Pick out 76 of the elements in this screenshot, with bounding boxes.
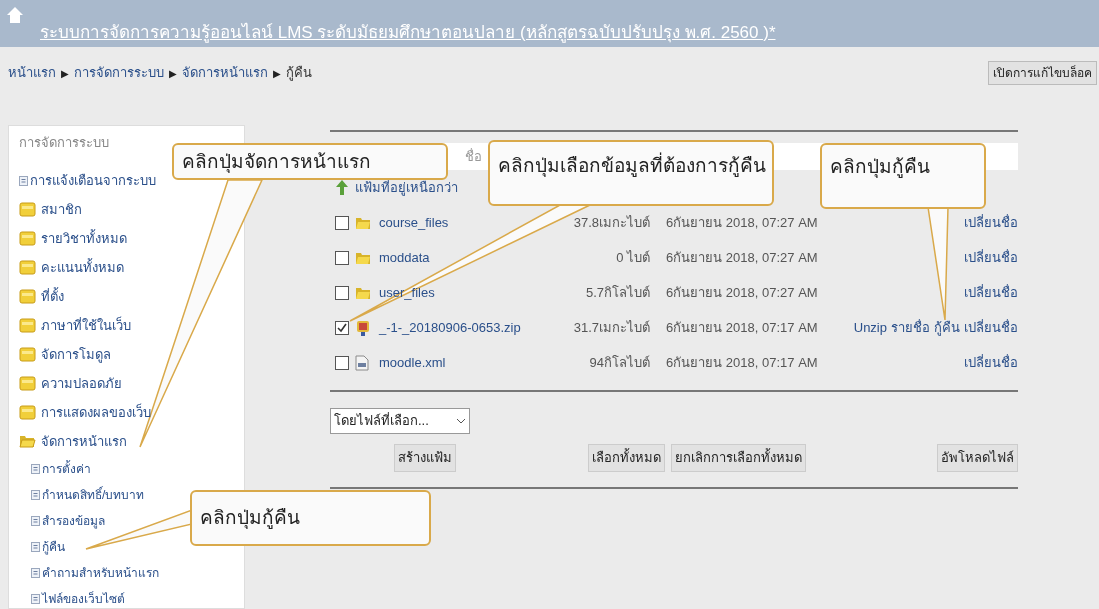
file-size: 31.7เมกะไบต์ xyxy=(573,318,650,337)
file-size: 94กิโลไบต์ xyxy=(589,353,650,372)
document-icon xyxy=(31,568,40,578)
file-date: 6กันยายน 2018, 07:27 AM xyxy=(666,214,818,230)
sidebar-link[interactable]: ความปลอดภัย xyxy=(41,373,122,394)
file-date: 6กันยายน 2018, 07:27 AM xyxy=(666,284,818,300)
breadcrumb-link[interactable]: การจัดการระบบ xyxy=(74,63,164,83)
up-arrow-icon xyxy=(335,178,349,197)
breadcrumb-separator: ▶ xyxy=(169,66,177,81)
file-action-link[interactable]: เปลี่ยนชื่อ xyxy=(964,212,1018,233)
file-link[interactable]: _-1-_20180906-0653.zip xyxy=(379,317,521,338)
sidebar-link[interactable]: การแจ้งเตือนจากระบบ xyxy=(30,170,156,191)
document-icon xyxy=(31,542,40,552)
edit-blocks-button[interactable]: เปิดการแก้ไขบล็อค xyxy=(988,61,1097,85)
sidebar-link[interactable]: สมาชิก xyxy=(41,199,82,220)
sidebar-link[interactable]: กำหนดสิทธิ์/บทบาท xyxy=(42,486,145,504)
document-icon xyxy=(31,516,40,526)
folder-icon xyxy=(355,250,371,265)
file-link[interactable]: แฟ้มที่อยู่เหนือกว่า xyxy=(355,177,458,198)
file-size: 37.8เมกะไบต์ xyxy=(573,213,650,232)
file-date: 6กันยายน 2018, 07:27 AM xyxy=(666,249,818,265)
document-icon xyxy=(19,175,28,186)
file-link[interactable]: course_files xyxy=(379,212,449,233)
archive-icon xyxy=(355,318,371,337)
callout-box: คลิกปุ่มกู้คืน xyxy=(820,143,986,209)
file-size: 5.7กิโลไบต์ xyxy=(585,283,650,302)
callout-box: คลิกปุ่มจัดการหน้าแรก xyxy=(172,143,448,180)
file-action-link[interactable]: เปลี่ยนชื่อ xyxy=(964,352,1018,373)
callout-box: คลิกปุ่มเลือกข้อมูลที่ต้องการกู้คืน xyxy=(488,140,774,206)
breadcrumb-link[interactable]: จัดการหน้าแรก xyxy=(182,63,268,83)
breadcrumb-separator: ▶ xyxy=(61,66,69,81)
checkbox[interactable] xyxy=(335,285,349,300)
sidebar-link[interactable]: จัดการโมดูล xyxy=(41,344,111,365)
breadcrumb-link[interactable]: หน้าแรก xyxy=(8,63,56,83)
file-action-link[interactable]: Unzip xyxy=(853,317,887,338)
document-icon xyxy=(31,594,40,604)
file-action-link[interactable]: กู้คืน xyxy=(934,317,960,338)
file-action-link[interactable]: เปลี่ยนชื่อ xyxy=(964,247,1018,268)
checkbox[interactable] xyxy=(335,355,349,370)
file-size: 0 ไบต์ xyxy=(616,248,650,267)
file-date: 6กันยายน 2018, 07:17 AM xyxy=(666,354,818,370)
checkbox[interactable] xyxy=(335,215,349,230)
document-icon xyxy=(31,490,40,500)
breadcrumb-current: กู้คืน xyxy=(286,64,312,83)
sidebar-link[interactable]: คะแนนทั้งหมด xyxy=(41,257,124,278)
file-action-link[interactable]: รายชื่อ xyxy=(891,317,930,338)
folder-icon xyxy=(355,285,371,300)
document-icon xyxy=(31,464,40,474)
sidebar-link[interactable]: กู้คืน xyxy=(42,538,65,556)
column-header: ชื่อ xyxy=(465,147,482,166)
sidebar-link[interactable]: รายวิชาทั้งหมด xyxy=(41,228,127,249)
file-link[interactable]: moodle.xml xyxy=(379,352,446,373)
file-action-link[interactable]: เปลี่ยนชื่อ xyxy=(964,282,1018,303)
sidebar-link[interactable]: ไฟล์ของเว็บไซต์ xyxy=(42,590,125,608)
action-button[interactable]: ยกเลิกการเลือกทั้งหมด xyxy=(670,444,806,472)
checkbox[interactable] xyxy=(335,250,349,265)
action-button[interactable]: สร้างแฟ้ม xyxy=(394,444,456,472)
sidebar-link[interactable]: การตั้งค่า xyxy=(42,460,91,478)
folder-icon xyxy=(355,215,371,230)
sidebar-link[interactable]: จัดการหน้าแรก xyxy=(41,431,127,452)
breadcrumb-separator: ▶ xyxy=(273,66,281,81)
action-button[interactable]: เลือกทั้งหมด xyxy=(587,444,665,472)
file-action-link[interactable]: เปลี่ยนชื่อ xyxy=(964,317,1018,338)
sidebar-title: การจัดการระบบ xyxy=(19,134,110,152)
sidebar-link[interactable]: การแสดงผลของเว็บ xyxy=(41,402,151,423)
file-date: 6กันยายน 2018, 07:17 AM xyxy=(666,319,818,335)
action-button[interactable]: อัพโหลดไฟล์ xyxy=(937,444,1018,472)
bulk-action-select[interactable]: โดยไฟล์ที่เลือก... xyxy=(330,408,470,434)
file-link[interactable]: moddata xyxy=(379,247,430,268)
sidebar-link[interactable]: สำรองข้อมูล xyxy=(42,512,105,530)
document-icon xyxy=(355,354,369,371)
chevron-down-icon xyxy=(456,418,466,424)
sidebar-link[interactable]: คำถามสำหรับหน้าแรก xyxy=(42,564,159,582)
checkbox[interactable] xyxy=(335,320,349,335)
sidebar-link[interactable]: ที่ตั้ง xyxy=(41,286,64,307)
sidebar-link[interactable]: ภาษาที่ใช้ในเว็บ xyxy=(41,315,131,336)
